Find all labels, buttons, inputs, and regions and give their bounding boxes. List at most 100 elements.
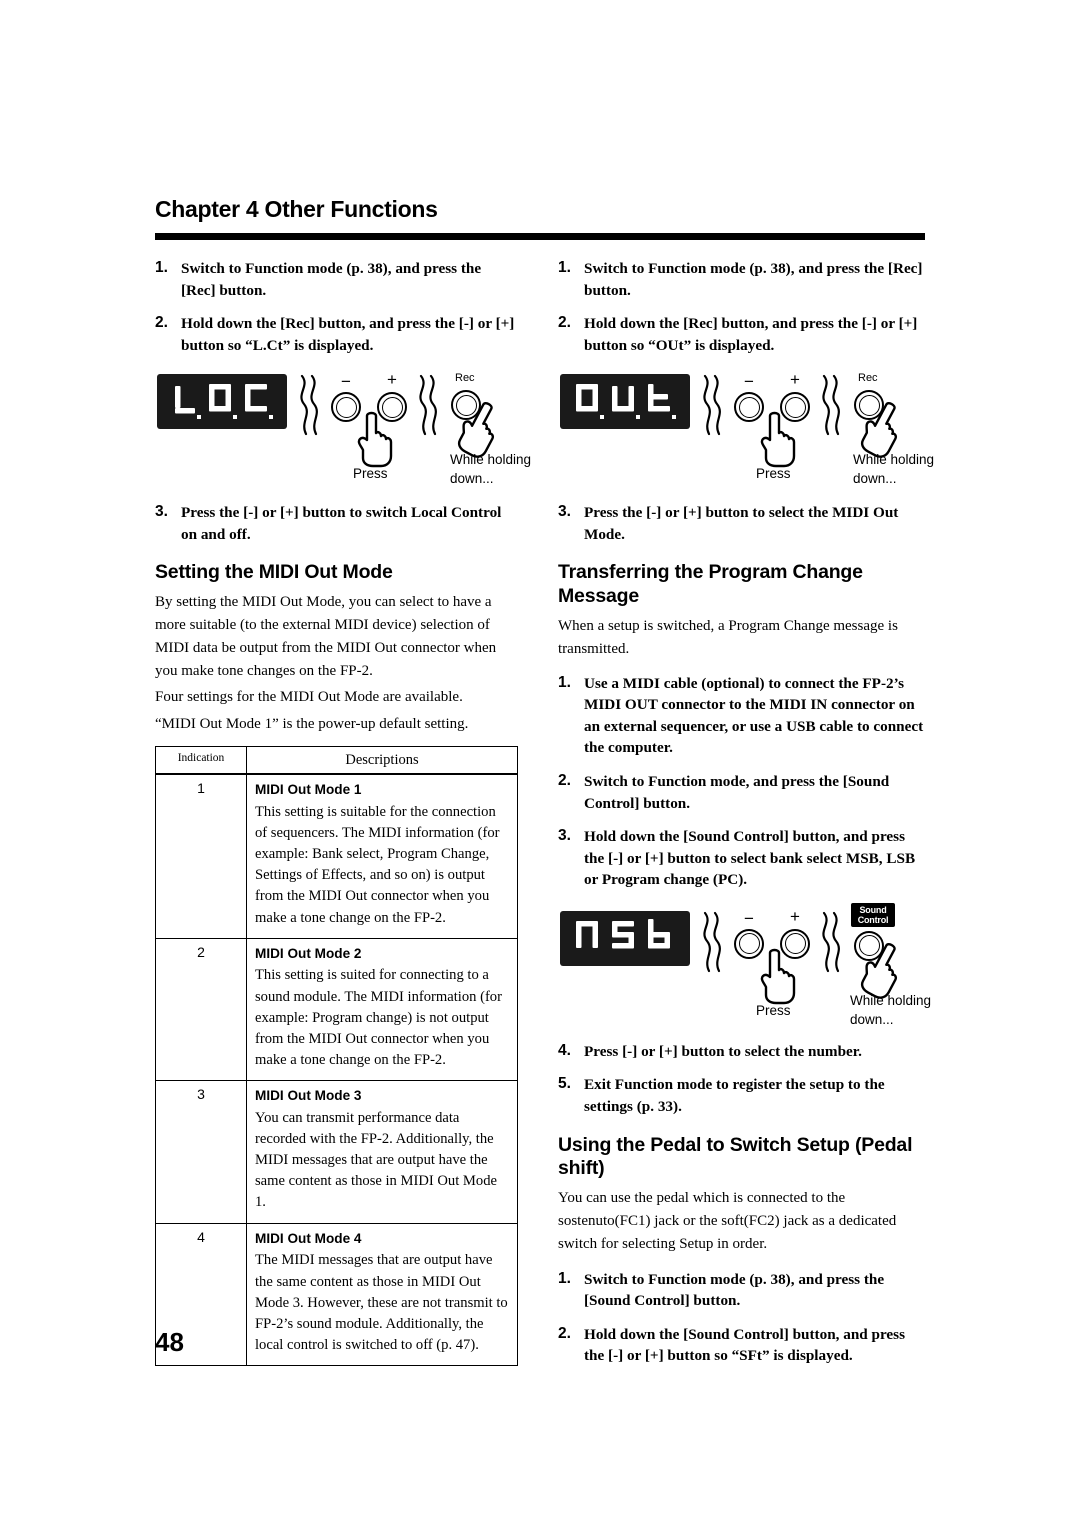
cell-indication: 2 [155,937,247,1082]
cell-description: MIDI Out Mode 2 This setting is suited f… [246,937,518,1082]
step-number: 1. [558,259,571,276]
paragraph: Four settings for the MIDI Out Mode are … [155,689,463,706]
button-operation-diagram: − + Press Rec While holding down... [558,368,934,487]
paragraph: “MIDI Out Mode 1” is the power-up defaul… [155,716,469,733]
step-item: 4. Press [-] or [+] button to select the… [558,1041,925,1063]
table-row: 2 MIDI Out Mode 2 This setting is suited… [155,937,518,1082]
section-heading-midi-out-mode: Setting the MIDI Out Mode [155,561,393,584]
hold-caption-line2: down... [450,471,494,487]
rec-button-label: Rec [858,372,878,385]
table-header-row: Indication Descriptions [155,746,518,776]
plus-sign-label: + [790,906,800,926]
step-item: 5. Exit Function mode to register the se… [558,1074,925,1117]
page-number: 48 [155,1327,184,1357]
cell-indication: 1 [155,773,247,939]
seven-segment-graphic [576,384,676,420]
column-header-descriptions: Descriptions [246,746,518,776]
step-item: 2. Switch to Function mode, and press th… [558,771,925,814]
mode-body: This setting is suited for connecting to… [255,967,502,1068]
pointing-hand-icon [860,402,898,459]
step-number: 5. [558,1075,571,1093]
seven-segment-graphic [576,918,670,949]
step-number: 1. [155,259,168,276]
step-item: 1. Use a MIDI cable (optional) to connec… [558,673,925,759]
hold-caption-line2: down... [853,471,897,487]
midi-out-mode-table: Indication Descriptions 1 MIDI Out Mode … [155,746,518,1367]
step-item: 3. Press the [-] or [+] button to select… [558,502,925,545]
hold-caption-line2: down... [850,1011,894,1027]
step-text: Switch to Function mode (p. 38), and pre… [584,1270,885,1310]
step-text: Hold down the [Rec] button, and press th… [181,315,515,354]
section-heading-pedal-shift: Using the Pedal to Switch Setup (Pedal s… [558,1133,913,1180]
badge-line2: Control [857,914,889,925]
step-number: 1. [558,1269,571,1287]
step-item: 1. Switch to Function mode (p. 38), and … [558,258,925,301]
step-text: Switch to Function mode (p. 38), and pre… [584,260,923,299]
table-row: 3 MIDI Out Mode 3 You can transmit perfo… [155,1080,518,1224]
step-text: Switch to Function mode (p. 38), and pre… [181,260,482,299]
mode-body: The MIDI messages that are output have t… [255,1252,508,1353]
mode-body: This setting is suitable for the connect… [255,803,500,926]
step-text: Press the [-] or [+] button to switch Lo… [181,504,502,543]
button-operation-diagram: − + Press Sound Control While holding do… [558,902,931,1027]
table-row: 4 MIDI Out Mode 4 The MIDI messages that… [155,1222,518,1367]
cell-description: MIDI Out Mode 1 This setting is suitable… [246,773,518,939]
step-number: 2. [558,1324,571,1342]
table-row: 1 MIDI Out Mode 1 This setting is suitab… [155,773,518,939]
badge-line1: Sound [859,904,887,915]
page-title: Chapter 4 Other Functions [155,196,438,222]
pointing-hand-icon [760,948,796,1005]
step-item: 2. Hold down the [Rec] button, and press… [558,313,925,356]
cell-indication: 3 [155,1080,247,1224]
step-text: Exit Function mode to register the setup… [584,1076,885,1115]
led-display [560,374,690,430]
seven-segment-graphic [175,384,273,420]
mode-body: You can transmit performance data record… [255,1109,497,1211]
paragraph: When a setup is switched, a Program Chan… [558,618,898,657]
wavy-break-icon [703,911,721,972]
step-item: 2. Hold down the [Rec] button, and press… [155,313,518,356]
hold-caption-line1: While holding [850,992,932,1008]
left-column: 1. Switch to Function mode (p. 38), and … [155,258,531,1367]
step-item: 3. Press the [-] or [+] button to switch… [155,502,518,545]
step-item: 2. Hold down the [Sound Control] button,… [558,1324,925,1367]
pointing-hand-icon [760,412,796,468]
mode-name: MIDI Out Mode 2 [255,945,362,961]
pointing-hand-icon [357,412,393,468]
step-text: Press [-] or [+] button to select the nu… [584,1042,862,1060]
led-display [560,910,690,966]
mode-name: MIDI Out Mode 1 [255,782,362,798]
hold-caption-line1: While holding [450,452,532,468]
wavy-break-icon [822,911,840,972]
step-number: 4. [558,1041,571,1059]
mode-name: MIDI Out Mode 4 [255,1230,362,1246]
step-number: 3. [558,827,571,845]
pointing-hand-icon [457,402,495,459]
step-text: Use a MIDI cable (optional) to connect t… [584,674,924,757]
minus-sign-label: − [744,908,754,928]
section-heading-program-change: Transferring the Program Change Message [558,561,863,608]
plus-sign-label: + [387,370,397,390]
step-item: 1. Switch to Function mode (p. 38), and … [155,258,518,301]
step-number: 2. [558,771,571,789]
step-number: 3. [558,503,571,521]
cell-description: MIDI Out Mode 3 You can transmit perform… [246,1080,518,1224]
press-caption: Press [756,466,791,482]
step-number: 2. [155,314,168,332]
press-caption: Press [353,466,388,482]
rec-button-label: Rec [455,372,475,385]
wavy-break-icon [419,375,437,436]
header-divider [155,233,925,240]
right-column: 1. Switch to Function mode (p. 38), and … [558,258,934,1379]
plus-sign-label: + [790,370,800,390]
step-number: 1. [558,673,571,691]
step-text: Hold down the [Rec] button, and press th… [584,315,918,354]
pointing-hand-icon [860,942,898,999]
step-item: 3. Hold down the [Sound Control] button,… [558,826,925,891]
step-number: 2. [558,314,571,332]
button-operation-diagram: − + Press Rec While holding down... [155,368,531,487]
hold-caption-line1: While holding [853,452,935,468]
sound-control-badge: Sound Control [851,902,895,927]
column-header-indication: Indication [155,746,247,776]
step-text: Hold down the [Sound Control] button, an… [584,828,916,889]
